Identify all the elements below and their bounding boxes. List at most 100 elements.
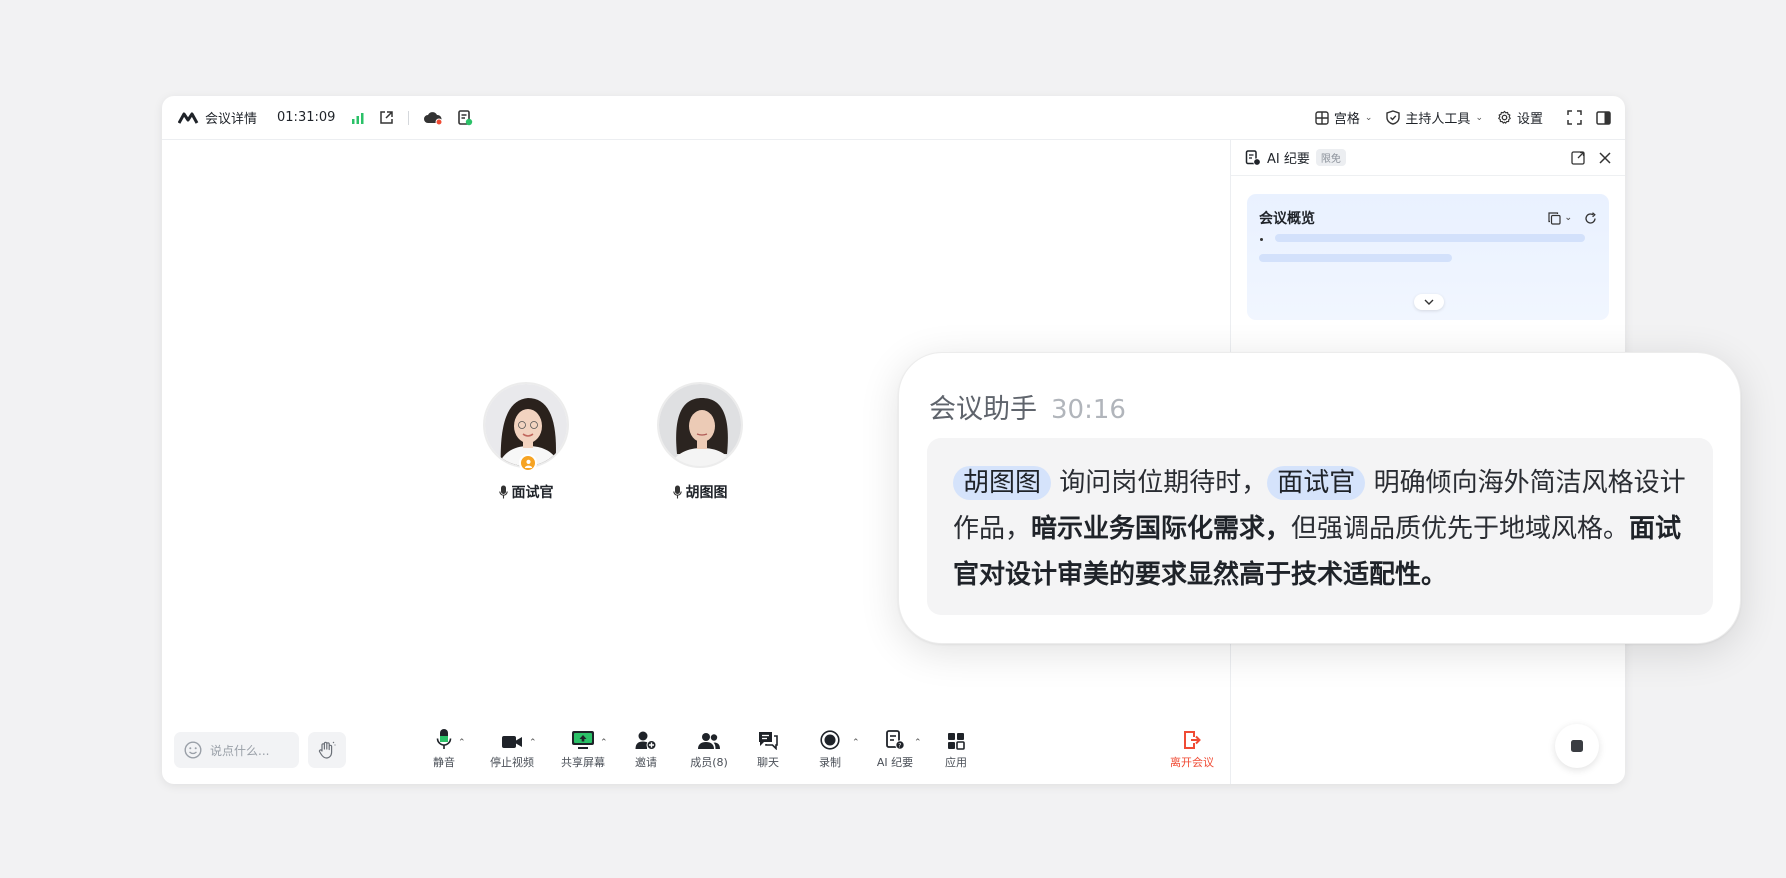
summary-highlight: 暗示业务国际化需求， — [1031, 514, 1292, 544]
expand-button[interactable] — [1414, 294, 1444, 310]
leave-label: 离开会议 — [1170, 756, 1214, 769]
participant-name: 面试官 — [511, 485, 554, 501]
chevron-down-icon — [1424, 299, 1434, 305]
ai-notes-icon: ? — [886, 730, 905, 750]
panel-title: AI 纪要 — [1267, 152, 1310, 167]
summary-text: 但强调品质优先于地域风格。 — [1291, 514, 1630, 544]
invite-button[interactable]: 邀请 — [626, 728, 666, 770]
meeting-details-label: 会议详情 — [205, 112, 258, 127]
loading-line — [1259, 254, 1452, 262]
refresh-icon[interactable] — [1584, 211, 1597, 225]
tool-label: 应用 — [945, 756, 967, 769]
stop-button[interactable] — [1555, 724, 1599, 768]
avatar — [657, 382, 743, 468]
participant-name: 胡图图 — [685, 485, 728, 501]
assistant-timestamp: 30:16 — [1051, 395, 1126, 425]
tool-label: 录制 — [819, 756, 841, 769]
chevron-up-icon[interactable]: ⌃ — [529, 738, 537, 748]
raise-hand-button[interactable] — [308, 732, 346, 768]
settings-button[interactable]: 设置 — [1497, 108, 1543, 127]
pop-out-icon[interactable] — [1571, 150, 1585, 165]
participant-tile[interactable]: 胡图图 — [630, 382, 770, 502]
participant-tile[interactable]: 面试官 — [456, 382, 596, 502]
leave-door-icon — [1184, 731, 1201, 749]
apps-button[interactable]: 应用 — [936, 728, 976, 770]
layout-grid-button[interactable]: 宫格 ⌄ — [1315, 108, 1373, 127]
free-badge: 限免 — [1315, 149, 1346, 166]
microphone-icon — [672, 485, 682, 499]
chevron-up-icon[interactable]: ⌃ — [914, 738, 922, 748]
ai-notes-button[interactable]: ? AI 纪要 — [870, 728, 920, 770]
elapsed-time: 01:31:09 — [277, 110, 336, 125]
copy-icon — [1548, 211, 1562, 225]
panel-header: AI 纪要 限免 — [1231, 140, 1625, 176]
cloud-record-icon[interactable] — [423, 111, 443, 125]
chevron-up-icon[interactable]: ⌃ — [852, 738, 860, 748]
speaker-chip[interactable]: 胡图图 — [953, 466, 1052, 500]
mute-button[interactable]: 静音 — [424, 728, 464, 770]
close-icon[interactable] — [1599, 151, 1611, 164]
chat-icon — [759, 732, 778, 750]
bullet-dot — [1260, 238, 1263, 241]
bottom-toolbar: 说点什么... 静音 ⌃ 停止视频 ⌃ 共享屏幕 ⌃ 邀请 成员(8) 聊天 录… — [162, 724, 1230, 784]
divider — [408, 110, 410, 125]
chevron-down-icon: ⌄ — [1364, 112, 1373, 123]
side-panel-toggle-icon[interactable] — [1596, 110, 1611, 125]
stop-icon — [1571, 740, 1583, 752]
svg-text:?: ? — [898, 742, 901, 749]
record-icon — [820, 730, 840, 750]
video-camera-icon — [502, 736, 522, 748]
tool-label: 静音 — [433, 756, 455, 769]
host-tools-label: 主持人工具 — [1405, 112, 1471, 127]
apps-icon — [948, 733, 965, 750]
share-screen-icon — [572, 731, 594, 749]
avatar — [483, 382, 569, 472]
layout-label: 宫格 — [1333, 112, 1360, 127]
assistant-header: 会议助手 30:16 — [929, 387, 1126, 426]
assistant-summary: 胡图图 询问岗位期待时， 面试官 明确倾向海外简洁风格设计作品，暗示业务国际化需求… — [927, 438, 1713, 615]
chevron-up-icon[interactable]: ⌃ — [458, 738, 466, 748]
microphone-icon — [436, 729, 452, 749]
grid-icon — [1315, 110, 1329, 125]
overview-title: 会议概览 — [1259, 211, 1315, 227]
app-logo-icon — [178, 112, 199, 124]
stop-video-button[interactable]: 停止视频 — [482, 728, 542, 770]
say-something-input[interactable]: 说点什么... — [174, 732, 299, 768]
tool-label: 邀请 — [635, 756, 657, 769]
ai-notes-icon — [1245, 149, 1261, 166]
loading-line — [1275, 234, 1585, 242]
ai-notes-status-icon[interactable] — [457, 109, 473, 126]
network-signal-icon[interactable] — [351, 112, 365, 124]
members-icon — [698, 733, 720, 749]
say-placeholder: 说点什么... — [210, 743, 270, 758]
chevron-down-icon: ⌄ — [1475, 112, 1483, 123]
raise-hand-icon — [318, 741, 336, 759]
invite-user-icon — [635, 731, 657, 750]
leave-meeting-button[interactable]: 离开会议 — [1162, 728, 1222, 770]
copy-button[interactable]: ⌄ — [1548, 211, 1572, 225]
tool-label: AI 纪要 — [876, 756, 914, 769]
emoji-icon — [184, 741, 202, 759]
pop-out-icon[interactable] — [379, 110, 394, 125]
tool-label: 成员(8) — [690, 756, 728, 769]
settings-label: 设置 — [1516, 112, 1543, 127]
summary-text: 询问岗位期待时， — [1059, 468, 1268, 498]
gear-icon — [1498, 110, 1511, 124]
meeting-details-button[interactable]: 会议详情 — [178, 108, 257, 127]
microphone-icon — [498, 485, 508, 499]
fullscreen-icon[interactable] — [1567, 110, 1582, 125]
tool-label: 共享屏幕 — [561, 756, 605, 769]
share-screen-button[interactable]: 共享屏幕 — [553, 728, 613, 770]
record-button[interactable]: 录制 — [810, 728, 850, 770]
speaker-chip[interactable]: 面试官 — [1267, 466, 1366, 500]
meeting-overview-card: 会议概览 ⌄ — [1247, 194, 1609, 320]
shield-icon — [1386, 110, 1401, 125]
chevron-up-icon[interactable]: ⌃ — [600, 738, 608, 748]
members-button[interactable]: 成员(8) — [684, 728, 734, 770]
tool-label: 聊天 — [757, 756, 779, 769]
chevron-down-icon: ⌄ — [1564, 213, 1572, 223]
host-tools-button[interactable]: 主持人工具 ⌄ — [1386, 108, 1483, 127]
host-badge-icon — [519, 454, 537, 472]
top-bar: 会议详情 01:31:09 宫格 ⌄ 主持人工具 ⌄ 设置 — [162, 96, 1625, 140]
chat-button[interactable]: 聊天 — [748, 728, 788, 770]
